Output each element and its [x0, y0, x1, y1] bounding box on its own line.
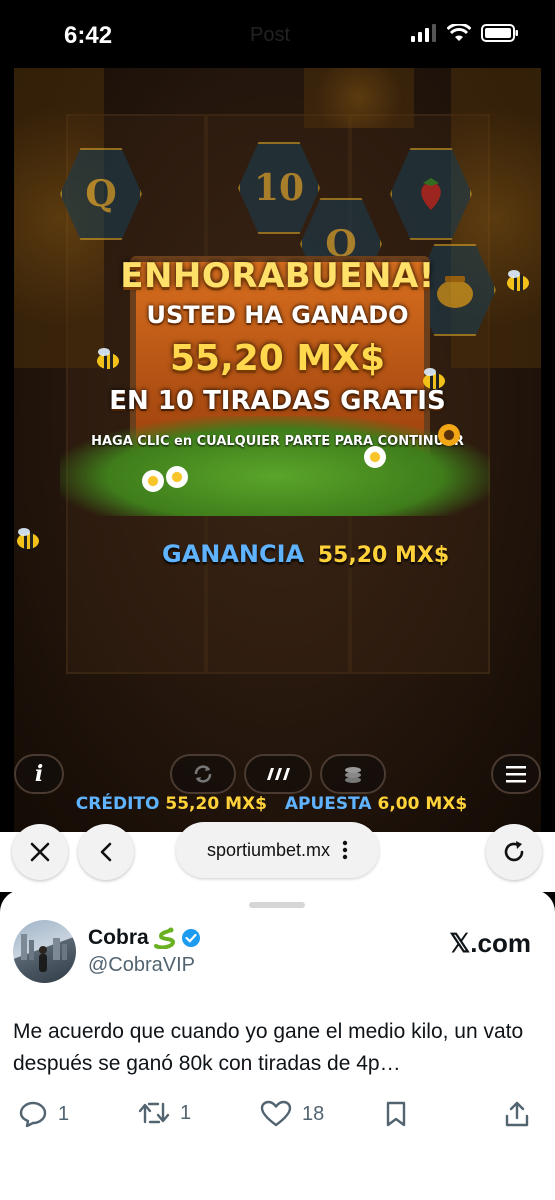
tweet-sheet: Cobra @CobraVIP 𝕏.com Me acuerdo que cua… — [0, 890, 555, 1200]
free-spins-label: EN 10 TIRADAS GRATIS — [109, 386, 446, 416]
reply-icon — [19, 1101, 47, 1128]
url-bar[interactable]: sportiumbet.mx — [176, 822, 379, 878]
info-icon: i — [34, 761, 44, 787]
chevron-left-icon — [100, 842, 112, 862]
winnings-value: 55,20 MX$ — [317, 543, 450, 568]
status-faded-title: Post — [250, 24, 291, 46]
author-handle[interactable]: @CobraVIP — [88, 954, 195, 977]
credit-label: CRÉDITO — [75, 794, 160, 814]
sunflower-icon — [438, 424, 460, 446]
credit-value: 55,20 MX$ — [165, 794, 267, 814]
close-button[interactable] — [12, 824, 68, 880]
status-time: 6:42 — [64, 22, 113, 49]
avatar-photo-icon — [21, 934, 67, 972]
like-button[interactable]: 18 — [260, 1100, 324, 1128]
status-icons — [411, 24, 519, 42]
bee-icon — [507, 270, 529, 291]
reload-button[interactable] — [486, 824, 542, 880]
avatar[interactable] — [13, 920, 76, 983]
bet-coins-button[interactable] — [320, 754, 386, 794]
turbo-icon — [267, 768, 290, 780]
bet-label: APUESTA — [284, 794, 372, 814]
flower-icon — [166, 466, 188, 488]
cellular-signal-icon — [411, 24, 436, 42]
coins-icon — [345, 767, 361, 783]
snake-emoji-icon — [153, 927, 175, 949]
url-text: sportiumbet.mx — [206, 839, 331, 860]
bee-icon — [97, 348, 119, 369]
win-subtitle: USTED HA GANADO — [146, 301, 409, 329]
winnings-label: GANANCIA — [162, 540, 305, 568]
author-name[interactable]: Cobra — [88, 926, 201, 950]
menu-button[interactable] — [491, 754, 541, 794]
more-options-icon[interactable] — [342, 840, 348, 860]
author-name-text: Cobra — [88, 926, 149, 949]
continue-hint[interactable]: HAGA CLIC en CUALQUIER PARTE PARA CONTIN… — [14, 434, 541, 449]
reply-count: 1 — [58, 1102, 70, 1125]
bet-value: 6,00 MX$ — [377, 794, 468, 814]
heart-icon — [260, 1100, 292, 1127]
info-button[interactable]: i — [14, 754, 64, 794]
bookmark-button[interactable] — [384, 1100, 408, 1128]
share-button[interactable] — [504, 1100, 530, 1128]
tweet-text: Me acuerdo que cuando yo gane el medio k… — [13, 1020, 524, 1075]
close-icon — [30, 842, 50, 862]
sheet-grabber[interactable] — [249, 902, 305, 908]
honeycomb-decoration — [304, 68, 414, 128]
autoplay-button[interactable] — [170, 754, 236, 794]
hamburger-menu-icon — [506, 766, 526, 783]
retweet-button[interactable]: 1 — [138, 1100, 191, 1126]
retweet-icon — [138, 1102, 170, 1124]
grass-decoration — [60, 416, 490, 516]
reload-icon — [504, 841, 524, 862]
credit-bet-bar: CRÉDITO 55,20 MX$ APUESTA 6,00 MX$ — [14, 794, 541, 814]
status-bar: 6:42 Post — [0, 0, 555, 68]
x-brand-logo[interactable]: 𝕏.com — [449, 928, 531, 959]
tweet-actions: 1 1 18 — [0, 1100, 555, 1140]
win-title: ENHORABUENA! — [120, 256, 435, 296]
bee-icon — [17, 528, 39, 549]
wifi-icon — [447, 24, 471, 41]
autoplay-icon — [194, 765, 212, 783]
retweet-count: 1 — [180, 1101, 192, 1124]
slot-game-view[interactable]: Q 10 Q ENHORABUENA! USTED HA GANADO 55,2… — [14, 68, 541, 832]
back-button[interactable] — [78, 824, 134, 880]
flower-icon — [364, 446, 386, 468]
turbo-spin-button[interactable] — [244, 754, 312, 794]
bee-icon — [423, 368, 445, 389]
bookmark-icon — [386, 1101, 406, 1127]
share-icon — [505, 1101, 529, 1127]
battery-icon — [481, 24, 518, 42]
flower-icon — [142, 470, 164, 492]
reply-button[interactable]: 1 — [18, 1100, 69, 1128]
verified-badge-icon — [181, 929, 200, 947]
like-count: 18 — [302, 1102, 325, 1125]
winnings-display: GANANCIA 55,20 MX$ — [162, 540, 449, 568]
